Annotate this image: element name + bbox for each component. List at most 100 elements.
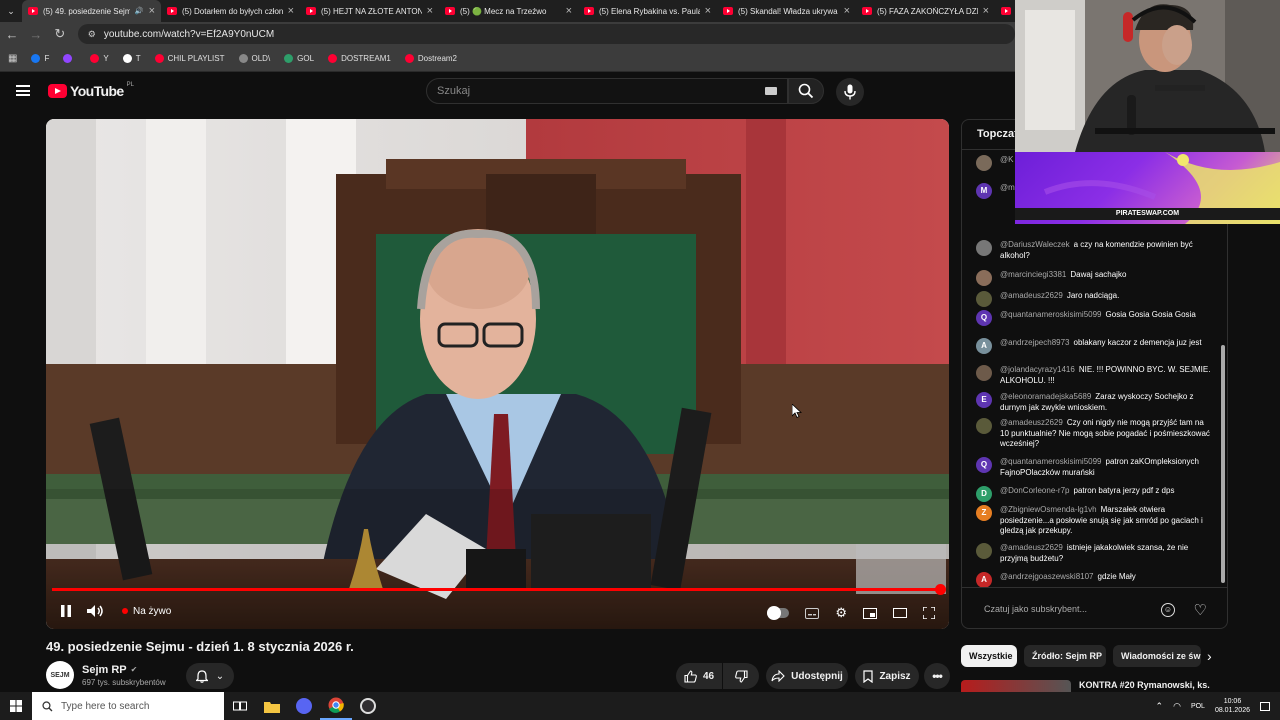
bookmark-item[interactable]: DOSTREAM1 [328, 54, 391, 63]
start-button[interactable] [0, 692, 32, 720]
close-tab-icon[interactable]: × [288, 5, 294, 17]
video-player[interactable]: Na żywo ⚙ [46, 119, 949, 629]
chat-author[interactable]: @andrzejpech8973 [1000, 338, 1070, 347]
close-tab-icon[interactable]: × [427, 5, 433, 17]
reload-icon[interactable]: ↻ [48, 22, 72, 46]
chat-avatar[interactable]: Z [976, 505, 992, 521]
pause-icon[interactable] [60, 604, 72, 618]
close-tab-icon[interactable]: × [983, 5, 989, 17]
bookmark-item[interactable]: T [122, 54, 141, 63]
theater-mode-icon[interactable] [893, 608, 907, 618]
system-clock[interactable]: 10:06 08.01.2026 [1215, 697, 1250, 715]
back-arrow-icon[interactable]: ← [0, 22, 24, 46]
site-info-icon[interactable]: ⚙ [88, 29, 96, 40]
autoplay-toggle-icon[interactable] [767, 606, 790, 620]
chat-author[interactable]: @marcinciegi3381 [1000, 270, 1066, 279]
chat-author[interactable]: @K [1000, 155, 1013, 164]
apps-grid-icon[interactable]: ▦ [8, 53, 17, 64]
address-bar[interactable]: ⚙ youtube.com/watch?v=Ef2A9Y0nUCM [77, 24, 1015, 44]
emoji-icon[interactable]: ☺ [1161, 603, 1175, 617]
chat-scrollbar[interactable] [1221, 345, 1225, 583]
channel-avatar[interactable]: SEJM [46, 661, 74, 689]
browser-tab[interactable]: (5) Skandal! Władza ukrywa × [717, 0, 856, 22]
browser-tab[interactable]: (5) 🟢 Mecz na Trzeźwo × [439, 0, 578, 22]
chat-author[interactable]: @quantanameroskisimi5099 [1000, 457, 1102, 466]
bookmark-item[interactable]: CHIL PLAYLIST [154, 54, 225, 63]
chat-avatar[interactable]: Q [976, 457, 992, 473]
close-tab-icon[interactable]: × [844, 5, 850, 17]
filter-chip[interactable]: Wiadomości ze św [1113, 645, 1201, 667]
chat-avatar[interactable] [976, 291, 992, 307]
heart-reaction-icon[interactable]: ♡ [1194, 601, 1207, 619]
chat-avatar[interactable]: D [976, 486, 992, 502]
volume-icon[interactable] [86, 604, 104, 618]
chat-avatar[interactable] [976, 270, 992, 286]
chat-author[interactable]: @jolandacyrazy1416 [1000, 365, 1075, 374]
hamburger-menu-icon[interactable] [16, 85, 30, 96]
tray-chevron-up-icon[interactable]: ⌃ [1156, 701, 1164, 712]
bookmark-item[interactable]: F [31, 54, 49, 63]
voice-search-button[interactable] [836, 78, 864, 106]
chat-author[interactable]: @andrzejgoaszewski8107 [1000, 572, 1094, 581]
close-tab-icon[interactable]: × [149, 5, 155, 17]
language-indicator[interactable]: POL [1191, 703, 1205, 710]
browser-tab[interactable]: (5) FAZA ZAKOŃCZYŁA DZIAŁANIE × [856, 0, 995, 22]
tab-search-chevron-icon[interactable]: ⌄ [0, 0, 22, 22]
chat-input[interactable]: Czatuj jako subskrybent... [974, 598, 1170, 620]
bookmark-item[interactable]: Y [90, 54, 109, 63]
keyboard-icon[interactable] [765, 87, 777, 95]
more-actions-button[interactable]: ••• [924, 663, 950, 689]
recommended-video-item[interactable]: KONTRA #20 Rymanowski, ks. [961, 680, 1228, 692]
bookmark-item[interactable]: OLD\ [238, 54, 270, 63]
notifications-icon[interactable] [1260, 701, 1270, 711]
chat-author[interactable]: @DariuszWaleczek [1000, 240, 1070, 249]
chrome-app-icon[interactable] [320, 692, 352, 720]
browser-tab[interactable]: (5) 49. posiedzenie Sejmu - dzień 1. 8 s… [22, 0, 161, 22]
discord-app-icon[interactable] [288, 692, 320, 720]
youtube-logo[interactable]: YouTube PL [48, 82, 134, 99]
chat-author[interactable]: @quantanameroskisimi5099 [1000, 310, 1102, 319]
task-view-icon[interactable] [224, 692, 256, 720]
share-button[interactable]: Udostępnij [766, 663, 848, 689]
tab-audio-icon[interactable]: 🔊 [135, 7, 144, 15]
fullscreen-icon[interactable] [923, 607, 935, 619]
chat-author[interactable]: @amadeusz2629 [1000, 291, 1063, 300]
close-tab-icon[interactable]: × [705, 5, 711, 17]
miniplayer-icon[interactable] [863, 607, 877, 619]
search-button[interactable] [788, 78, 824, 104]
forward-arrow-icon[interactable]: → [24, 22, 48, 46]
browser-tab[interactable]: (5) Dotarłem do byłych członków × [161, 0, 300, 22]
live-label[interactable]: Na żywo [133, 606, 171, 617]
browser-tab[interactable]: (5) HEJT NA ZŁOTE ANTONI × [300, 0, 439, 22]
bookmark-item[interactable] [63, 54, 76, 63]
video-progress-bar[interactable] [52, 584, 946, 595]
close-tab-icon[interactable]: × [566, 5, 572, 17]
subtitles-icon[interactable] [805, 607, 820, 619]
chat-avatar[interactable]: A [976, 338, 992, 354]
chat-author[interactable]: @m [1000, 183, 1015, 192]
chips-next-chevron-icon[interactable]: › [1207, 648, 1212, 664]
chat-author[interactable]: @ZbigniewOsmenda-lg1vh [1000, 505, 1097, 514]
filter-chip[interactable]: Źródło: Sejm RP [1024, 645, 1106, 667]
subscription-bell-button[interactable]: ⌄ [186, 663, 234, 689]
chat-author[interactable]: @amadeusz2629 [1000, 418, 1063, 427]
chat-avatar[interactable]: Q [976, 310, 992, 326]
dislike-button[interactable] [723, 663, 759, 689]
chat-avatar[interactable] [976, 155, 992, 171]
chat-avatar[interactable]: E [976, 392, 992, 408]
chat-avatar[interactable] [976, 543, 992, 559]
save-button[interactable]: Zapisz [855, 663, 919, 689]
chat-author[interactable]: @amadeusz2629 [1000, 543, 1063, 552]
file-explorer-icon[interactable] [256, 692, 288, 720]
chat-avatar[interactable]: A [976, 572, 992, 588]
search-input[interactable]: Szukaj [426, 78, 788, 104]
obs-app-icon[interactable] [352, 692, 384, 720]
chat-avatar[interactable] [976, 365, 992, 381]
channel-name[interactable]: Sejm RP [82, 664, 127, 676]
chat-author[interactable]: @DonCorleone-r7p [1000, 486, 1070, 495]
chat-avatar[interactable] [976, 418, 992, 434]
settings-gear-icon[interactable]: ⚙ [835, 605, 847, 621]
bookmark-item[interactable]: GOL [284, 54, 314, 63]
wifi-icon[interactable]: ◠ [1173, 701, 1181, 712]
taskbar-search-input[interactable]: Type here to search [32, 692, 224, 720]
